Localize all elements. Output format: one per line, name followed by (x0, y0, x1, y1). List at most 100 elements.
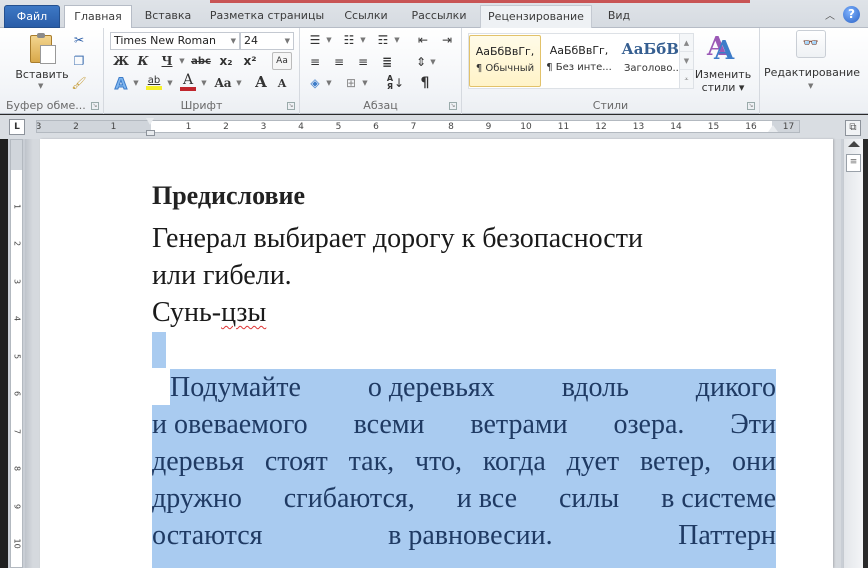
borders-icon[interactable]: ⊞ (342, 74, 360, 92)
font-color-button[interactable]: A (178, 72, 198, 92)
bullets-icon[interactable]: ☰ (306, 31, 324, 49)
epigraph-line: или гибели. (152, 260, 292, 291)
ruler-tick-label: 2 (223, 122, 229, 132)
ruler-tick-label: 13 (632, 122, 645, 132)
font-size-combo[interactable]: 24 ▼ (240, 32, 294, 50)
tab-mailings[interactable]: Рассылки (404, 5, 474, 28)
chevron-down-icon[interactable]: ▼ (231, 33, 236, 49)
shading-icon[interactable]: ◈ (306, 74, 324, 92)
grow-font-button[interactable]: A (252, 73, 270, 91)
scroll-up-icon[interactable] (848, 141, 860, 147)
ruler-tick-label: 5 (335, 122, 342, 132)
tab-insert[interactable]: Вставка (136, 5, 200, 28)
paste-dropdown-icon[interactable]: ▼ (38, 82, 43, 90)
epigraph: Генерал выбирает дорогу к безопасности и… (152, 220, 643, 294)
ruler-tick-label: 17 (782, 122, 795, 132)
text-effects-icon[interactable]: A (112, 73, 130, 93)
highlight-button[interactable]: ab (144, 72, 164, 92)
find-icon[interactable]: 👓 (796, 30, 826, 58)
tab-review[interactable]: Рецензирование (480, 5, 592, 28)
font-group: Times New Roman ▼ 24 ▼ Ж К Ч ▼ abc x₂ x²… (104, 28, 300, 114)
word: и овеваемого (152, 409, 308, 440)
tab-view[interactable]: Вид (598, 5, 640, 28)
bullets-dropdown-icon[interactable]: ▼ (324, 31, 332, 49)
clipboard-launcher-icon[interactable]: ↘ (91, 102, 99, 110)
paste-label[interactable]: Вставить (12, 68, 72, 81)
numbering-icon[interactable]: ☷ (340, 31, 358, 49)
ruler-tick-label: 10 (520, 122, 532, 132)
ruler-top-margin (11, 140, 22, 170)
align-right-icon[interactable]: ≡ (354, 53, 372, 71)
style-no-spacing[interactable]: АаБбВвГг, ¶ Без инте... (543, 35, 615, 87)
gallery-scroll-up-icon[interactable]: ▲ (680, 34, 693, 52)
font-color-icon: A (182, 72, 194, 88)
decrease-indent-icon[interactable]: ⇤ (414, 31, 432, 49)
format-painter-icon[interactable]: 🖌 (70, 74, 88, 92)
word: они (732, 446, 776, 477)
font-color-dropdown-icon[interactable]: ▼ (198, 74, 208, 92)
misspelled-word[interactable]: цзы (221, 297, 266, 328)
underline-button[interactable]: Ч (158, 52, 176, 70)
justify-icon[interactable]: ≣ (378, 53, 396, 71)
paragraph-group-label: Абзац (363, 99, 398, 112)
align-center-icon[interactable]: ≡ (330, 53, 348, 71)
ruler-tick-label: 15 (707, 122, 720, 132)
paste-button[interactable] (24, 32, 58, 66)
font-name-combo[interactable]: Times New Roman ▼ (110, 32, 240, 50)
view-ruler-icon[interactable]: ⧉ (845, 120, 861, 136)
change-case-dropdown-icon[interactable]: ▼ (234, 74, 242, 92)
ruler-tick-label: 1 (12, 203, 22, 209)
align-left-icon[interactable]: ≡ (306, 53, 324, 71)
line-spacing-dropdown-icon[interactable]: ▼ (428, 53, 436, 71)
cut-icon[interactable]: ✂ (70, 31, 88, 49)
shading-dropdown-icon[interactable]: ▼ (324, 74, 332, 92)
multilevel-list-icon[interactable]: ☶ (374, 31, 392, 49)
underline-dropdown-icon[interactable]: ▼ (176, 52, 186, 70)
scroll-thumb[interactable]: ≡ (846, 154, 861, 172)
epigraph-author: Сунь-цзы (152, 294, 266, 331)
superscript-button[interactable]: x² (240, 52, 260, 70)
tab-references[interactable]: Ссылки (336, 5, 396, 28)
vertical-scrollbar[interactable]: ≡ (843, 139, 863, 568)
font-launcher-icon[interactable]: ↘ (287, 102, 295, 110)
highlight-dropdown-icon[interactable]: ▼ (164, 74, 174, 92)
tab-page-layout[interactable]: Разметка страницы (206, 5, 328, 28)
subscript-button[interactable]: x₂ (216, 52, 236, 70)
word: всеми (353, 409, 425, 440)
chevron-down-icon[interactable]: ▼ (285, 33, 290, 49)
numbering-dropdown-icon[interactable]: ▼ (358, 31, 366, 49)
show-formatting-marks-icon[interactable]: ¶ (416, 74, 434, 92)
ruler-tick-label: 7 (12, 428, 22, 434)
editing-dropdown-icon[interactable]: ▼ (808, 82, 813, 90)
styles-launcher-icon[interactable]: ↘ (747, 102, 755, 110)
style-normal[interactable]: АаБбВвГг, ¶ Обычный (469, 35, 541, 87)
tab-selector[interactable]: L (9, 119, 25, 135)
paragraph-launcher-icon[interactable]: ↘ (449, 102, 457, 110)
right-indent-marker[interactable] (768, 125, 778, 132)
change-case-button[interactable]: Aa (212, 74, 234, 92)
increase-indent-icon[interactable]: ⇥ (438, 31, 456, 49)
tab-file[interactable]: Файл (4, 5, 60, 28)
multilevel-dropdown-icon[interactable]: ▼ (392, 31, 400, 49)
word: ветрами (470, 409, 568, 440)
change-styles-icon[interactable]: AA (707, 32, 737, 66)
minimize-ribbon-icon[interactable]: ︿ (825, 7, 835, 22)
editing-button[interactable]: Редактирование (762, 66, 862, 79)
shrink-font-button[interactable]: A (274, 75, 290, 91)
tab-home[interactable]: Главная (64, 5, 132, 29)
word: озера. (613, 409, 685, 440)
copy-icon[interactable]: ❐ (70, 52, 88, 70)
change-styles-button[interactable]: Изменить стили ▾ (692, 68, 754, 94)
strikethrough-button[interactable]: abc (190, 52, 212, 70)
help-icon[interactable]: ? (843, 6, 860, 23)
bold-button[interactable]: Ж (112, 52, 130, 70)
first-line-indent-marker[interactable] (146, 118, 155, 138)
clear-formatting-icon[interactable]: Aa (272, 52, 292, 70)
paragraph-group: ☰ ▼ ☷ ▼ ☶ ▼ ⇤ ⇥ ≡ ≡ ≡ ≣ ⇕ ▼ ◈ ▼ ⊞ ▼ АЯ ↓… (300, 28, 462, 114)
ruler-tick-label: 5 (12, 353, 22, 359)
text-effects-dropdown-icon[interactable]: ▼ (130, 74, 140, 92)
borders-dropdown-icon[interactable]: ▼ (360, 74, 368, 92)
italic-button[interactable]: К (134, 52, 152, 70)
ruler-tick-label: 8 (448, 122, 454, 132)
vertical-ruler[interactable]: 1 2 3 4 5 6 7 8 9 10 (10, 139, 23, 568)
